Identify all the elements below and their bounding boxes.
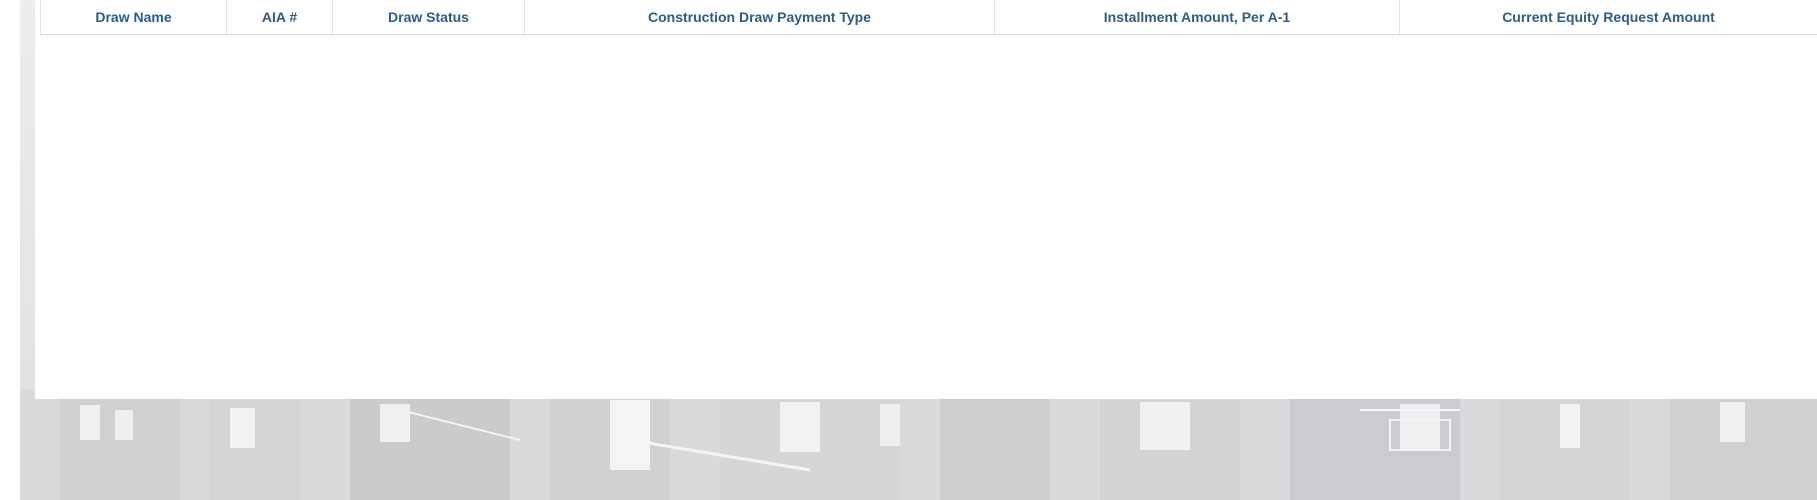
page: Draw Name AIA # Draw Status Construction… [0,0,1817,500]
column-header-installment-amount[interactable]: Installment Amount, Per A-1 [994,0,1400,35]
draws-table: Draw Name AIA # Draw Status Construction… [40,0,1817,35]
column-header-draw-status[interactable]: Draw Status [332,0,525,35]
column-header-draw-name[interactable]: Draw Name [40,0,227,35]
draws-grid-panel: Draw Name AIA # Draw Status Construction… [35,0,1817,399]
column-header-payment-type[interactable]: Construction Draw Payment Type [524,0,995,35]
column-header-equity-request-amount[interactable]: Current Equity Request Amount [1399,0,1817,35]
column-header-aia-number[interactable]: AIA # [226,0,333,35]
table-header-row: Draw Name AIA # Draw Status Construction… [40,0,1817,35]
